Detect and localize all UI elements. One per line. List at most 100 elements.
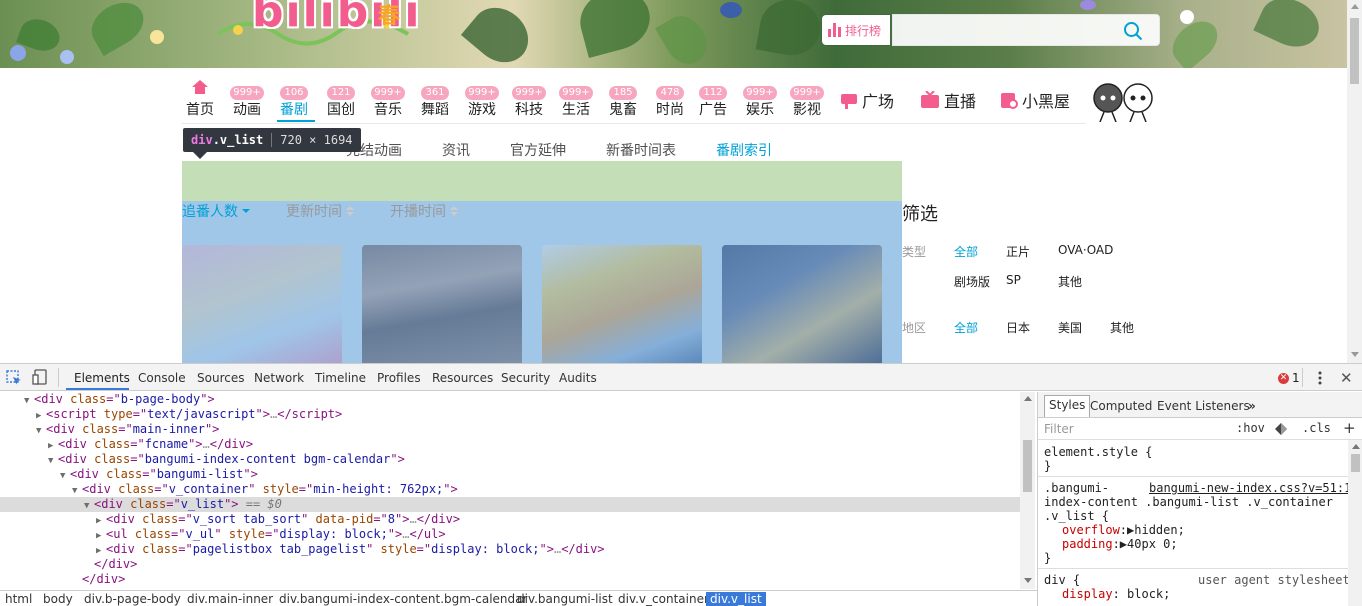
breadcrumb-item[interactable]: div.bangumi-index-content.bgm-calendar [275,592,531,606]
nav-item-bangumi[interactable]: 106 番剧 [276,80,312,124]
filter-region-us[interactable]: 美国 [1058,319,1082,336]
filter-region-jp[interactable]: 日本 [1006,319,1030,336]
nav-item-entertainment[interactable]: 999+ 娱乐 [742,80,778,124]
rule-source-link[interactable]: bangumi-new-index.css?v=51:1 [1149,481,1351,495]
filter-region-other[interactable]: 其他 [1110,319,1134,336]
scroll-up-arrow[interactable] [1024,396,1032,401]
breadcrumb-item[interactable]: div.bangumi-list [513,592,617,606]
sort-followers[interactable]: 追番人数 [182,201,250,221]
nav-item-home[interactable]: 首页 [182,80,218,124]
nav-item-game[interactable]: 999+ 游戏 [464,80,500,124]
bangumi-cover[interactable] [362,245,522,363]
nav-item-film[interactable]: 999+ 影视 [789,80,825,124]
nav-item-tech[interactable]: 999+ 科技 [511,80,547,124]
dom-node-selected[interactable]: ▼ <div class="v_list"> == $0 [0,497,1020,512]
dom-node[interactable]: ▼ <div class="bangumi-index-content bgm-c… [0,452,1020,467]
page-scrollbar[interactable] [1347,0,1362,363]
breadcrumb-item[interactable]: body [39,592,77,606]
hover-state-toggle[interactable]: :hov [1236,421,1265,435]
nav-item-ad[interactable]: 112 广告 [695,80,731,124]
filter-type-ova[interactable]: OVA·OAD [1058,243,1113,257]
scroll-thumb[interactable] [1351,454,1360,472]
bangumi-cover[interactable] [182,245,342,363]
tab-network[interactable]: Network [254,371,304,385]
error-counter[interactable]: ✕ 1 [1278,371,1300,385]
bangumi-cover[interactable] [722,245,882,363]
nav-item-life[interactable]: 999+ 生活 [558,80,594,124]
scroll-down-arrow[interactable] [1351,352,1359,357]
dom-node[interactable]: ▶ <div class="v_sort tab_sort" data-pid="… [0,512,1020,527]
tab-sources[interactable]: Sources [197,371,244,385]
breadcrumb-item[interactable]: div.b-page-body [80,592,185,606]
inspect-element-icon[interactable] [6,370,22,386]
dom-node[interactable]: ▶ <div class="pagelistbox tab_pagelist" s… [0,542,1020,557]
scroll-thumb[interactable] [1023,440,1032,492]
nav-blackroom-link[interactable]: 小黑屋 [1000,88,1070,112]
tab-schedule[interactable]: 新番时间表 [606,140,676,160]
nav-live-link[interactable]: 直播 [920,88,976,112]
dom-node[interactable]: ▼ <div class="bangumi-list"> [0,467,1020,482]
tab-resources[interactable]: Resources [432,371,493,385]
tab-profiles[interactable]: Profiles [377,371,421,385]
nav-square-link[interactable]: 广场 [840,88,894,112]
bangumi-cover[interactable] [542,245,702,363]
class-toggle[interactable]: .cls [1302,421,1331,435]
color-format-icon[interactable] [1274,422,1288,436]
tab-security[interactable]: Security [501,371,550,385]
scroll-thumb[interactable] [1350,18,1359,84]
breadcrumb-item[interactable]: html [1,592,36,606]
css-declaration[interactable]: display: block; [1062,587,1170,601]
nav-item-dance[interactable]: 361 舞蹈 [417,80,453,124]
tab-elements[interactable]: Elements [74,371,130,385]
tab-index[interactable]: 番剧索引 [716,140,772,160]
styles-scrollbar[interactable] [1348,440,1362,606]
filter-type-tv[interactable]: 正片 [1006,243,1030,260]
nav-item-fashion[interactable]: 478 时尚 [652,80,688,124]
filter-type-other[interactable]: 其他 [1058,273,1082,290]
sort-aired[interactable]: 开播时间 [390,201,458,221]
css-declaration[interactable]: overflow:▶hidden; [1062,523,1185,537]
ranking-button[interactable]: 排行榜 [822,15,890,45]
more-options-icon[interactable] [1313,370,1327,386]
tab-event-listeners[interactable]: Event Listeners [1153,397,1254,415]
add-rule-icon[interactable]: + [1343,419,1356,437]
scroll-up-arrow[interactable] [1351,4,1359,9]
dom-close-tag[interactable]: </div> [0,572,1020,587]
dom-node[interactable]: ▶ <div class="fcname">…</div> [0,437,1020,452]
styles-filter-input[interactable]: Filter [1044,422,1074,436]
nav-item-guochuang[interactable]: 121 国创 [323,80,359,124]
tab-official[interactable]: 官方延伸 [510,140,566,160]
dom-close-tag[interactable]: </div> [0,557,1020,572]
dom-node[interactable]: ▼ <div class="main-inner"> [0,422,1020,437]
breadcrumb-item[interactable]: div.v_container [614,592,713,606]
scroll-up-arrow[interactable] [1352,444,1360,449]
search-icon[interactable] [1123,21,1143,41]
scroll-down-arrow[interactable] [1024,578,1032,583]
breadcrumb-item-active[interactable]: div.v_list [706,592,766,606]
breadcrumb-item[interactable]: div.main-inner [183,592,277,606]
more-tabs-icon[interactable]: » [1244,397,1260,415]
nav-item-music[interactable]: 999+ 音乐 [370,80,406,124]
css-declaration[interactable]: padding:▶40px 0; [1062,537,1178,551]
nav-item-anime[interactable]: 999+ 动画 [229,80,265,124]
dom-node[interactable]: ▼ <div class="b-page-body"> [0,392,1020,407]
filter-type-all[interactable]: 全部 [954,243,978,260]
dom-node[interactable]: ▶ <ul class="v_ul" style="display: block;… [0,527,1020,542]
tab-styles[interactable]: Styles [1044,395,1091,417]
nav-item-kichiku[interactable]: 185 鬼畜 [605,80,641,124]
tab-console[interactable]: Console [138,371,186,385]
elements-scrollbar[interactable] [1020,392,1035,589]
filter-region-all[interactable]: 全部 [954,319,978,336]
dom-node[interactable]: ▼ <div class="v_container" style="min-hei… [0,482,1020,497]
device-mode-icon[interactable] [32,369,48,385]
tab-audits[interactable]: Audits [559,371,597,385]
tab-news[interactable]: 资讯 [442,140,470,160]
search-input[interactable] [892,14,1160,46]
dom-node[interactable]: ▶ <script type="text/javascript">…</scrip… [0,407,1020,422]
close-icon[interactable]: ✕ [1340,369,1353,387]
filter-type-movie[interactable]: 剧场版 [954,273,990,290]
filter-type-sp[interactable]: SP [1006,273,1021,287]
tab-timeline[interactable]: Timeline [315,371,366,385]
sort-updated[interactable]: 更新时间 [286,201,354,221]
tab-computed[interactable]: Computed [1086,397,1156,415]
